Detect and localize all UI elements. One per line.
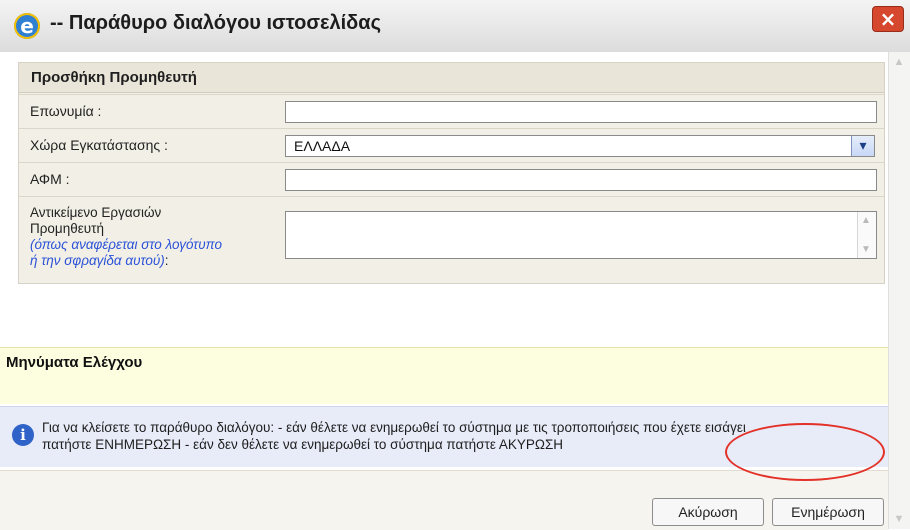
- dialog-window: e -- Παράθυρο διαλόγου ιστοσελίδας × Προ…: [0, 0, 910, 530]
- name-label: Επωνυμία :: [30, 103, 102, 119]
- dialog-content: Προσθήκη Προμηθευτή Επωνυμία : Χώρα Εγκα…: [0, 52, 888, 530]
- vat-input[interactable]: [285, 169, 877, 191]
- update-button[interactable]: Ενημέρωση: [772, 498, 884, 526]
- info-text-line2: πατήστε ΕΝΗΜΕΡΩΣΗ - εάν δεν θέλετε να εν…: [42, 437, 564, 452]
- chevron-down-icon[interactable]: ▾: [851, 136, 874, 156]
- info-text: Για να κλείσετε το παράθυρο διαλόγου: - …: [42, 419, 882, 453]
- close-icon: ×: [879, 7, 897, 31]
- scroll-up-icon[interactable]: ▲: [861, 215, 871, 226]
- form-header: Προσθήκη Προμηθευτή: [19, 63, 884, 93]
- scroll-up-icon[interactable]: ▲: [893, 56, 905, 68]
- description-label: Αντικείμενο Εργασιών Προμηθευτή (όπως αν…: [30, 205, 222, 269]
- window-title: -- Παράθυρο διαλόγου ιστοσελίδας: [50, 12, 381, 34]
- internet-explorer-icon: e: [14, 13, 40, 39]
- title-bar: e -- Παράθυρο διαλόγου ιστοσελίδας ×: [0, 0, 910, 53]
- country-select[interactable]: ΕΛΛΑΔΑ ▾: [285, 135, 875, 157]
- description-textarea[interactable]: ▲ ▼: [285, 211, 877, 259]
- form-row-vat: ΑΦΜ :: [19, 162, 884, 197]
- form-row-description: Αντικείμενο Εργασιών Προμηθευτή (όπως αν…: [19, 196, 884, 283]
- validation-messages-title: Μηνύματα Ελέγχου: [6, 354, 143, 371]
- description-scrollbar[interactable]: ▲ ▼: [857, 212, 876, 258]
- form-row-name: Επωνυμία :: [19, 94, 884, 129]
- form-row-country: Χώρα Εγκατάστασης : ΕΛΛΑΔΑ ▾: [19, 128, 884, 163]
- description-hint-line2: ή την σφραγίδα αυτού): [30, 253, 165, 268]
- scroll-down-icon[interactable]: ▼: [861, 244, 871, 255]
- cancel-button[interactable]: Ακύρωση: [652, 498, 764, 526]
- description-hint-suffix: :: [164, 253, 169, 268]
- country-value: ΕΛΛΑΔΑ: [294, 138, 351, 154]
- name-input[interactable]: [285, 101, 877, 123]
- info-panel: i Για να κλείσετε το παράθυρο διαλόγου: …: [0, 406, 888, 467]
- country-label: Χώρα Εγκατάστασης :: [30, 137, 168, 153]
- description-hint-line1: (όπως αναφέρεται στο λογότυπο: [30, 237, 223, 252]
- close-button[interactable]: ×: [872, 6, 904, 32]
- dialog-footer: Ακύρωση Ενημέρωση: [0, 470, 888, 530]
- info-icon: i: [12, 424, 34, 446]
- supplier-form: Προσθήκη Προμηθευτή Επωνυμία : Χώρα Εγκα…: [18, 62, 885, 284]
- description-label-line1: Αντικείμενο Εργασιών: [30, 205, 162, 220]
- description-label-line2: Προμηθευτή: [30, 221, 104, 236]
- vat-label: ΑΦΜ :: [30, 171, 70, 187]
- page-scrollbar[interactable]: ▲ ▼: [888, 52, 910, 529]
- validation-messages-panel: Μηνύματα Ελέγχου: [0, 347, 888, 404]
- scroll-down-icon[interactable]: ▼: [893, 513, 905, 525]
- info-text-line1: Για να κλείσετε το παράθυρο διαλόγου: - …: [42, 420, 746, 435]
